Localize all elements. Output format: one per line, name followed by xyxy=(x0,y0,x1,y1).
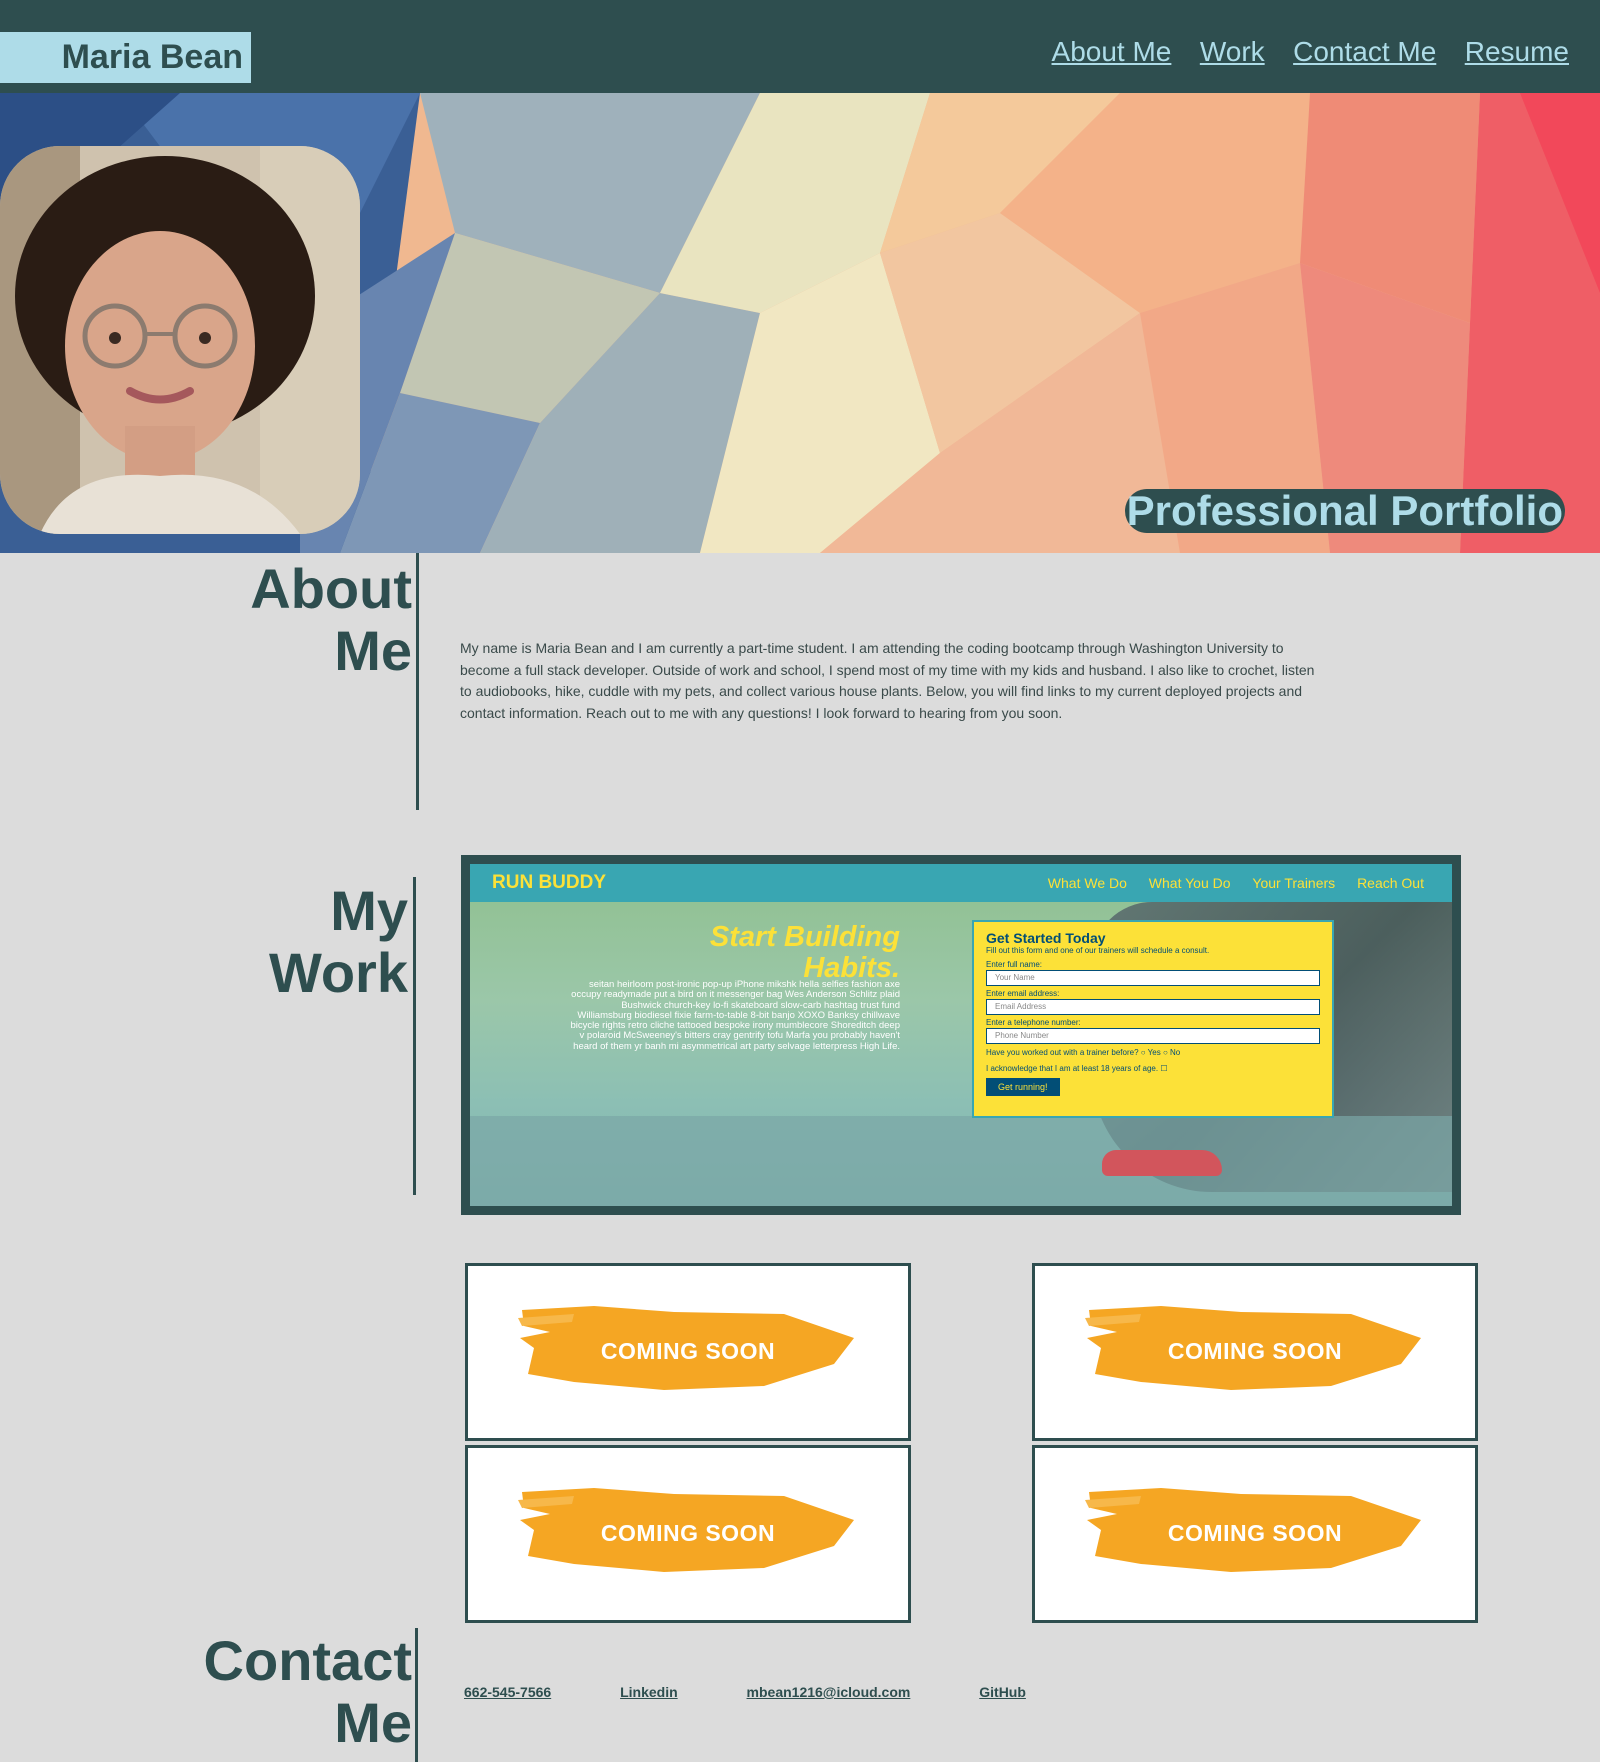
coming-soon-label: COMING SOON xyxy=(1167,1520,1343,1546)
form-no: No xyxy=(1170,1048,1181,1057)
project-preview: RUN BUDDY What We Do What You Do Your Tr… xyxy=(470,864,1452,1206)
work-heading-line1: My xyxy=(330,879,408,942)
nav-link-contact[interactable]: Contact Me xyxy=(1293,36,1436,67)
contact-github-link[interactable]: GitHub xyxy=(979,1684,1026,1700)
hero-title: Professional Portfolio xyxy=(1124,487,1565,534)
about-heading-line1: About xyxy=(250,557,412,620)
form-name-field: Your Name xyxy=(986,970,1320,986)
form-phone-label: Enter a telephone number: xyxy=(986,1018,1081,1027)
runbuddy-header: RUN BUDDY What We Do What You Do Your Tr… xyxy=(470,864,1452,902)
coming-soon-label: COMING SOON xyxy=(600,1338,776,1364)
profile-avatar-graphic xyxy=(0,146,360,534)
runbuddy-nav-item: What You Do xyxy=(1148,875,1231,891)
about-heading-line2: Me xyxy=(334,619,412,682)
runner-shoe xyxy=(1102,1150,1222,1176)
form-name-label: Enter full name: xyxy=(986,960,1043,969)
contact-email-link[interactable]: mbean1216@icloud.com xyxy=(747,1684,911,1700)
runbuddy-nav-item: What We Do xyxy=(1047,875,1127,891)
work-heading-line2: Work xyxy=(269,941,408,1004)
runbuddy-body-text: seitan heirloom post-ironic pop-up iPhon… xyxy=(570,979,900,1052)
coming-soon-label: COMING SOON xyxy=(1167,1338,1343,1364)
project-card-coming-soon[interactable]: COMING SOON xyxy=(465,1263,911,1441)
form-question-text: Have you worked out with a trainer befor… xyxy=(986,1048,1139,1057)
form-submit-button: Get running! xyxy=(986,1078,1060,1096)
profile-photo xyxy=(0,146,360,534)
form-question: Have you worked out with a trainer befor… xyxy=(986,1048,1181,1057)
form-phone-field: Phone Number xyxy=(986,1028,1320,1044)
about-heading: About Me xyxy=(180,558,412,682)
form-email-field: Email Address xyxy=(986,999,1320,1015)
contact-phone-link[interactable]: 662-545-7566 xyxy=(464,1684,551,1700)
form-email-label: Enter email address: xyxy=(986,989,1060,998)
main-nav: About Me Work Contact Me Resume xyxy=(1028,36,1569,68)
contact-linkedin-link[interactable]: Linkedin xyxy=(620,1684,678,1700)
work-heading: My Work xyxy=(180,880,408,1004)
runbuddy-logo: RUN BUDDY xyxy=(492,872,606,893)
nav-link-work[interactable]: Work xyxy=(1200,36,1265,67)
form-yes: Yes xyxy=(1147,1048,1161,1057)
project-card-coming-soon[interactable]: COMING SOON xyxy=(1032,1263,1478,1441)
site-header: Maria Bean About Me Work Contact Me Resu… xyxy=(0,0,1600,93)
runbuddy-headline: Start Building Habits. xyxy=(590,922,900,984)
contact-heading: Contact Me xyxy=(150,1630,412,1754)
form-acknowledge-text: I acknowledge that I am at least 18 year… xyxy=(986,1064,1159,1073)
about-divider xyxy=(416,553,419,810)
form-title: Get Started Today xyxy=(986,930,1106,946)
project-card-coming-soon[interactable]: COMING SOON xyxy=(465,1445,911,1623)
runbuddy-headline-line1: Start Building xyxy=(709,921,900,953)
project-card-coming-soon[interactable]: COMING SOON xyxy=(1032,1445,1478,1623)
nav-link-about[interactable]: About Me xyxy=(1052,36,1172,67)
runbuddy-form: Get Started Today Fill out this form and… xyxy=(972,920,1334,1118)
project-run-buddy[interactable]: RUN BUDDY What We Do What You Do Your Tr… xyxy=(461,855,1461,1215)
road-background xyxy=(470,1116,1452,1206)
contact-heading-line2: Me xyxy=(334,1691,412,1754)
form-subtitle: Fill out this form and one of our traine… xyxy=(986,946,1210,955)
contact-divider xyxy=(415,1628,418,1762)
site-brand: Maria Bean xyxy=(0,32,251,83)
contact-links: 662-545-7566 Linkedin mbean1216@icloud.c… xyxy=(464,1684,1091,1700)
runbuddy-nav-item: Reach Out xyxy=(1357,875,1424,891)
hero-banner: Professional Portfolio xyxy=(0,93,1600,553)
coming-soon-label: COMING SOON xyxy=(600,1520,776,1546)
runbuddy-nav: What We Do What You Do Your Trainers Rea… xyxy=(1030,875,1424,891)
contact-heading-line1: Contact xyxy=(203,1629,412,1692)
nav-link-resume[interactable]: Resume xyxy=(1465,36,1569,67)
form-acknowledge: I acknowledge that I am at least 18 year… xyxy=(986,1064,1168,1073)
runbuddy-nav-item: Your Trainers xyxy=(1252,875,1336,891)
about-paragraph: My name is Maria Bean and I am currently… xyxy=(460,640,1315,721)
work-divider xyxy=(413,877,416,1195)
